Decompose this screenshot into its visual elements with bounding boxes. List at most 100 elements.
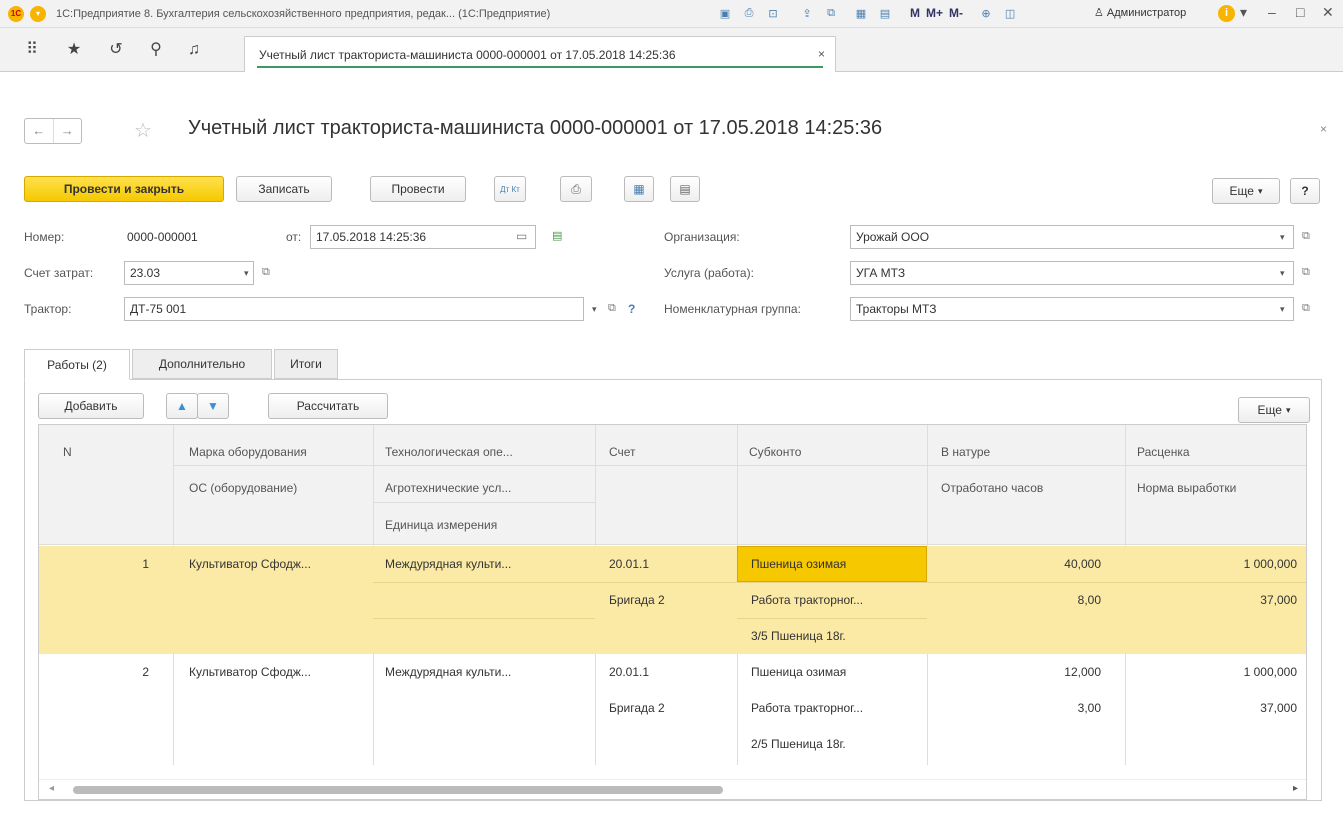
tab-totals[interactable]: Итоги [274, 349, 338, 379]
header-account[interactable]: Счет [609, 445, 636, 459]
print-icon[interactable]: ⎙ [740, 4, 758, 22]
close-form-button[interactable]: × [1320, 122, 1327, 136]
header-subconto[interactable]: Субконто [749, 445, 801, 459]
service-dropdown-icon[interactable]: ▾ [1280, 268, 1285, 279]
row-n: 2 [142, 665, 149, 679]
structure-icon[interactable]: ▦ [624, 176, 654, 202]
maximize-button[interactable]: □ [1296, 4, 1304, 20]
header-natural[interactable]: В натуре [941, 445, 990, 459]
scroll-right-icon[interactable]: ▸ [1293, 783, 1298, 794]
memory-mminus-button[interactable]: M- [949, 6, 963, 20]
search-icon[interactable]: ⚲ [146, 40, 166, 60]
apps-grid-icon[interactable]: ⠿ [22, 40, 42, 60]
nomenclature-group-dropdown-icon[interactable]: ▾ [1280, 304, 1285, 315]
row-brand: Культиватор Сфодж... [189, 557, 311, 571]
favorites-star-icon[interactable]: ★ [64, 40, 84, 60]
favorite-star-icon[interactable]: ☆ [134, 118, 152, 143]
header-rate[interactable]: Расценка [1137, 445, 1190, 459]
scroll-left-icon[interactable]: ◂ [49, 783, 54, 794]
1c-logo-icon[interactable]: 1С [8, 5, 24, 22]
notifications-bell-icon[interactable]: ♫ [184, 40, 204, 60]
info-icon[interactable]: i [1218, 5, 1235, 22]
calendar-picker-icon[interactable]: ▭ [516, 229, 527, 243]
organization-field[interactable]: Урожай ООО [850, 225, 1294, 249]
save-icon[interactable]: ▣ [716, 4, 734, 22]
panels-icon[interactable]: ◫ [1001, 4, 1019, 22]
memory-m-button[interactable]: M [910, 6, 920, 20]
printer-icon[interactable]: ⎙ [560, 176, 592, 202]
post-and-close-button[interactable]: Провести и закрыть [24, 176, 224, 202]
more-button[interactable]: Еще ▾ [1212, 178, 1280, 204]
edit-number-icon[interactable]: ▤ [552, 229, 562, 242]
help-button[interactable]: ? [1290, 178, 1320, 204]
header-agro[interactable]: Агротехнические усл... [385, 481, 511, 495]
nomenclature-group-open-icon[interactable]: ⧉ [1302, 302, 1310, 315]
history-icon[interactable]: ↺ [106, 40, 126, 60]
calculate-button[interactable]: Рассчитать [268, 393, 388, 419]
close-window-button[interactable]: ✕ [1322, 4, 1334, 21]
save-button[interactable]: Записать [236, 176, 332, 202]
zoom-icon[interactable]: ⊕ [977, 4, 995, 22]
service-open-icon[interactable]: ⧉ [1302, 266, 1310, 279]
main-menu-button[interactable]: ▾ [30, 5, 46, 22]
number-field[interactable]: 0000-000001 [120, 225, 270, 249]
table-header: N Марка оборудования ОС (оборудование) Т… [39, 425, 1306, 545]
row-brand: Культиватор Сфодж... [189, 665, 311, 679]
minimize-button[interactable]: – [1268, 4, 1276, 20]
works-table[interactable]: N Марка оборудования ОС (оборудование) Т… [38, 424, 1307, 800]
upload-icon[interactable]: ⇪ [798, 4, 816, 22]
cost-account-dropdown-icon[interactable]: ▾ [244, 268, 249, 279]
header-brand[interactable]: Марка оборудования [189, 445, 307, 459]
tab-works[interactable]: Работы (2) [24, 349, 130, 380]
tractor-help-icon[interactable]: ? [628, 302, 635, 316]
table-more-button[interactable]: Еще ▾ [1238, 397, 1310, 423]
header-n[interactable]: N [63, 445, 72, 459]
table-row[interactable]: 2 Культиватор Сфодж... Междурядная культ… [39, 654, 1306, 764]
tractor-dropdown-icon[interactable]: ▾ [592, 304, 597, 315]
row-rate: 1 000,000 [1243, 557, 1297, 571]
tab-close-icon[interactable]: × [818, 47, 825, 61]
add-row-button[interactable]: Добавить [38, 393, 144, 419]
preview-icon[interactable]: ⊡ [764, 4, 782, 22]
tractor-open-icon[interactable]: ⧉ [608, 302, 616, 315]
tab-document[interactable]: Учетный лист тракториста-машиниста 0000-… [244, 36, 836, 72]
table-row[interactable]: 1 Культиватор Сфодж... Междурядная культ… [39, 546, 1306, 654]
nomenclature-group-field[interactable]: Тракторы МТЗ [850, 297, 1294, 321]
post-button[interactable]: Провести [370, 176, 466, 202]
user-name[interactable]: ♙ Администратор [1094, 6, 1186, 19]
header-os[interactable]: ОС (оборудование) [189, 481, 297, 495]
scrollbar-thumb[interactable] [73, 786, 723, 794]
row-subconto-2: Работа тракторног... [751, 593, 864, 607]
tractor-field[interactable]: ДТ-75 001 [124, 297, 584, 321]
document-list-icon[interactable]: ▤ [670, 176, 700, 202]
row-account2: Бригада 2 [609, 701, 665, 715]
window-menu-arrow-icon[interactable]: ▾ [1240, 4, 1247, 21]
cost-account-open-icon[interactable]: ⧉ [262, 266, 270, 279]
header-norm[interactable]: Норма выработки [1137, 481, 1236, 495]
row-subconto-3: 3/5 Пшеница 18г. [751, 629, 846, 643]
move-down-icon[interactable]: ▼ [197, 393, 229, 419]
dt-kt-icon[interactable]: Дт Кт [494, 176, 526, 202]
tab-additional[interactable]: Дополнительно [132, 349, 272, 379]
move-up-icon[interactable]: ▲ [166, 393, 198, 419]
page-title: Учетный лист тракториста-машиниста 0000-… [188, 117, 883, 139]
header-tech-op[interactable]: Технологическая опе... [385, 445, 513, 459]
header-hours[interactable]: Отработано часов [941, 481, 1043, 495]
memory-mplus-button[interactable]: M+ [926, 6, 943, 20]
forward-button[interactable]: → [52, 119, 82, 143]
header-unit[interactable]: Единица измерения [385, 518, 497, 532]
back-button[interactable]: ← [25, 119, 53, 143]
date-label: от: [286, 230, 302, 244]
service-field[interactable]: УГА МТЗ [850, 261, 1294, 285]
horizontal-scrollbar[interactable]: ◂ ▸ [39, 779, 1306, 799]
link-icon[interactable]: ⧉ [822, 4, 840, 22]
organization-dropdown-icon[interactable]: ▾ [1280, 232, 1285, 243]
organization-open-icon[interactable]: ⧉ [1302, 230, 1310, 243]
calendar-icon[interactable]: ▤ [876, 4, 894, 22]
calculator-icon[interactable]: ▦ [852, 4, 870, 22]
window-titlebar: 1С ▾ 1С:Предприятие 8. Бухгалтерия сельс… [0, 0, 1343, 28]
table-more-arrow-icon: ▾ [1285, 404, 1291, 415]
date-field[interactable]: 17.05.2018 14:25:36 [310, 225, 536, 249]
user-icon: ♙ [1094, 7, 1107, 19]
cost-account-field[interactable]: 23.03 [124, 261, 254, 285]
